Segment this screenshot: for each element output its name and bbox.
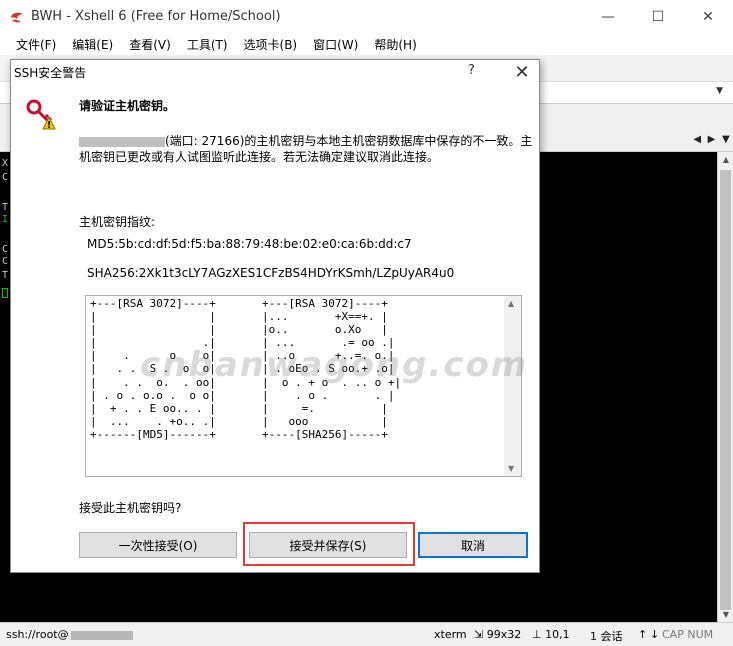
- help-button[interactable]: ?: [468, 63, 475, 78]
- menu-view[interactable]: 查看(V): [121, 36, 179, 53]
- dialog-title: SSH安全警告: [14, 66, 87, 80]
- scroll-down-icon[interactable]: ▼: [723, 610, 729, 619]
- key-warning-icon: [25, 98, 57, 130]
- randomart-scrollbar[interactable]: ▲ ▼: [504, 296, 521, 476]
- terminal-line: T: [2, 202, 9, 213]
- menu-tools[interactable]: 工具(T): [179, 36, 236, 53]
- terminal-line: C: [2, 256, 9, 267]
- terminal-scrollbar-thumb[interactable]: [720, 170, 731, 610]
- sha256-fingerprint: SHA256:2Xk1t3cLY7AGzXES1CFzBS4HDYrKSmh/L…: [87, 266, 455, 280]
- status-download-icon: ↓: [650, 628, 660, 641]
- accept-once-button[interactable]: 一次性接受(O): [79, 532, 237, 558]
- address-dropdown-icon[interactable]: ▼: [716, 86, 723, 96]
- maximize-button[interactable]: ☐: [633, 0, 683, 33]
- status-upload-icon: ↑: [638, 628, 648, 641]
- terminal-line: I: [2, 214, 9, 225]
- xshell-logo-icon: [9, 9, 25, 25]
- menu-edit[interactable]: 编辑(E): [64, 36, 121, 53]
- randomart-sha256: +---[RSA 3072]----+ |... +X==+. | |o.. o…: [262, 297, 402, 441]
- cursor-position-icon: ⊥: [532, 628, 542, 641]
- scroll-up-icon[interactable]: ▲: [723, 155, 729, 164]
- window-title: BWH - Xshell 6 (Free for Home/School): [31, 9, 281, 24]
- menu-window[interactable]: 窗口(W): [305, 36, 366, 53]
- status-caps-num: CAP NUM: [662, 628, 714, 641]
- title-bar: BWH - Xshell 6 (Free for Home/School) — …: [0, 0, 733, 33]
- menu-tabs[interactable]: 选项卡(B): [236, 36, 306, 53]
- redacted-host: [70, 630, 133, 640]
- status-terminal-type: xterm: [434, 628, 467, 641]
- close-window-button[interactable]: ✕: [683, 0, 733, 33]
- dialog-title-bar: SSH安全警告 ? ✕: [11, 60, 539, 84]
- resize-icon: ⇲: [474, 628, 484, 641]
- dialog-heading: 请验证主机密钥。: [79, 99, 176, 113]
- minimize-button[interactable]: —: [583, 0, 633, 33]
- accept-and-save-button[interactable]: 接受并保存(S): [249, 532, 407, 558]
- status-sessions: 1 会话: [590, 630, 623, 643]
- menu-bar: 文件(F) 编辑(E) 查看(V) 工具(T) 选项卡(B) 窗口(W) 帮助(…: [0, 33, 733, 55]
- terminal-line: C: [2, 244, 9, 255]
- tab-next-icon[interactable]: ▶: [708, 134, 716, 145]
- scroll-up-icon[interactable]: ▲: [508, 299, 514, 308]
- warning-message: (端口: 27166)的主机密钥与本地主机密钥数据库中保存的不一致。主机密钥已更…: [79, 134, 533, 164]
- cancel-button[interactable]: 取消: [418, 532, 528, 558]
- scroll-down-icon[interactable]: ▼: [508, 464, 514, 473]
- terminal-cursor: [2, 288, 8, 298]
- ssh-security-warning-dialog: SSH安全警告 ? ✕ 请验证主机密钥。 (端口: 27166)的主机密钥与本地…: [10, 59, 540, 573]
- status-bar: ssh://root@ xterm ⇲ 99x32 ⊥ 10,1 1 会话 ↑ …: [0, 622, 733, 646]
- status-size: ⇲ 99x32: [474, 628, 522, 641]
- tab-prev-icon[interactable]: ◀: [693, 134, 701, 145]
- terminal-line: T: [2, 270, 9, 281]
- md5-fingerprint: MD5:5b:cd:df:5d:f5:ba:88:79:48:be:02:e0:…: [87, 237, 412, 251]
- status-cursor-position: ⊥ 10,1: [532, 628, 570, 641]
- status-connection: ssh://root@: [6, 628, 133, 641]
- menu-file[interactable]: 文件(F): [8, 36, 64, 53]
- tab-menu-icon[interactable]: ▼: [722, 134, 730, 145]
- terminal-line: C: [2, 172, 9, 183]
- accept-question: 接受此主机密钥吗?: [79, 501, 182, 515]
- tab-navigation: ◀ ▶ ▼: [690, 134, 733, 145]
- redacted-host: [79, 136, 165, 147]
- terminal-line: X: [2, 158, 9, 169]
- randomart-panel[interactable]: +---[RSA 3072]----+ | | | | | .| | . o o…: [85, 295, 522, 477]
- menu-help[interactable]: 帮助(H): [366, 36, 424, 53]
- fingerprint-label: 主机密钥指纹:: [79, 215, 156, 229]
- dialog-close-button[interactable]: ✕: [507, 60, 537, 84]
- randomart-md5: +---[RSA 3072]----+ | | | | | .| | . o o…: [90, 297, 216, 441]
